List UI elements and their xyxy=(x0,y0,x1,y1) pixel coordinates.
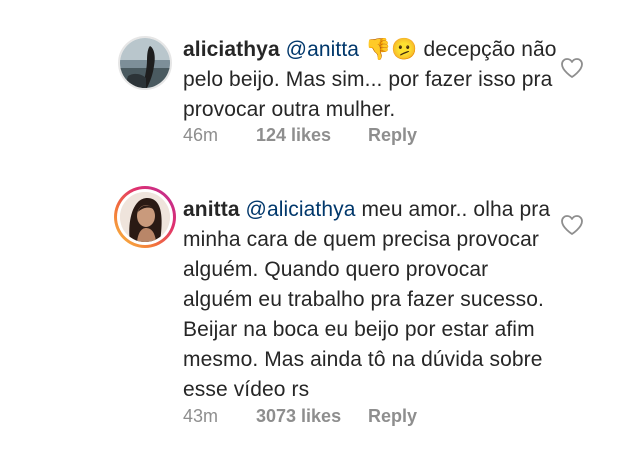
avatar[interactable] xyxy=(118,36,172,90)
comment-meta: 43m 3073 likes Reply xyxy=(183,404,417,428)
story-ring-avatar-icon xyxy=(120,192,170,242)
comment-meta: 46m 124 likes Reply xyxy=(183,123,417,147)
comment-body: aliciathya @anitta 👎🫤 decepção não pelo … xyxy=(183,35,558,125)
user-photo-avatar-icon xyxy=(120,38,170,88)
comment-mention[interactable]: @anitta xyxy=(286,38,359,61)
user-photo xyxy=(120,192,170,242)
like-heart-icon[interactable] xyxy=(560,57,584,79)
like-heart-icon[interactable] xyxy=(560,214,584,236)
comment-timestamp: 46m xyxy=(183,124,219,145)
story-ring xyxy=(117,189,173,245)
comment-text: meu amor.. olha pra minha cara de quem p… xyxy=(183,198,551,401)
comment-body: anitta @aliciathya meu amor.. olha pra m… xyxy=(183,195,558,405)
reply-button[interactable]: Reply xyxy=(368,125,417,146)
comment-mention[interactable]: @aliciathya xyxy=(246,198,356,221)
comment-username[interactable]: anitta xyxy=(183,198,240,221)
comment-username[interactable]: aliciathya xyxy=(183,38,280,61)
comment-likes-count[interactable]: 3073 likes xyxy=(256,406,368,427)
avatar[interactable] xyxy=(114,186,176,248)
emoji-thumbs-down-confused-icon: 👎🫤 xyxy=(365,38,418,61)
reply-button[interactable]: Reply xyxy=(368,406,417,427)
comment-likes-count[interactable]: 124 likes xyxy=(256,125,368,146)
comment-timestamp: 43m xyxy=(183,405,219,426)
